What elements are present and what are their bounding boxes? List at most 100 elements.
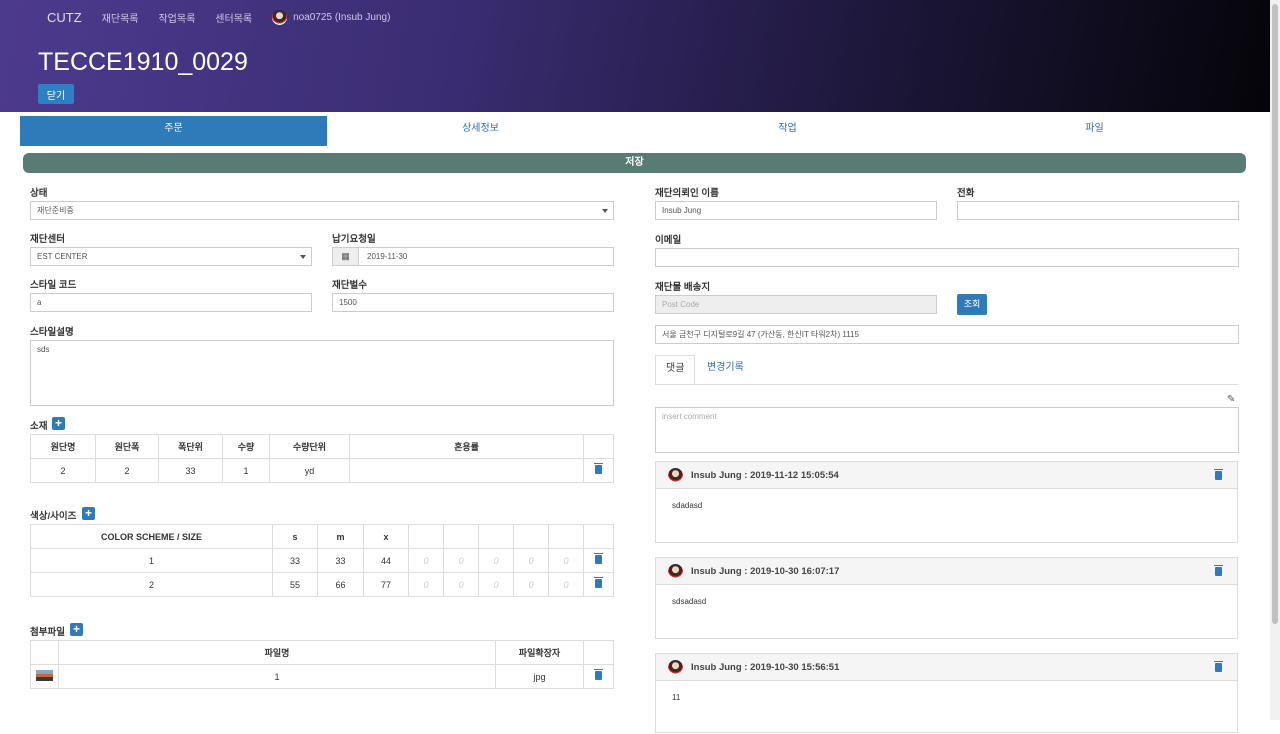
avatar [668,563,683,579]
size-qty-cell[interactable]: 66 [317,572,364,597]
file-ext-header: 파일확장자 [495,640,584,665]
color-size-table: COLOR SCHEME / SIZE s m x 1 33 33 44 0 0… [30,524,614,597]
avatar [668,659,683,675]
style-desc-label: 스타일설명 [30,327,74,338]
size-qty-cell[interactable]: 77 [363,572,409,597]
trash-icon[interactable] [594,669,603,680]
pencil-icon[interactable]: ✎ [1227,394,1235,405]
color-size-label: 색상/사이즈 [30,511,77,522]
add-material-button[interactable]: + [52,417,65,430]
chevron-down-icon [602,209,608,213]
size-qty-cell[interactable]: 0 [408,572,444,597]
tab-work[interactable]: 작업 [634,116,941,146]
file-name-header: 파일명 [58,640,496,665]
image-thumbnail[interactable] [36,670,53,681]
avatar [272,10,288,25]
ship-label: 재단물 배송지 [655,282,711,293]
size-header: m [317,524,364,549]
trash-icon[interactable] [594,577,603,588]
add-color-size-button[interactable]: + [82,507,95,520]
comment-card: Insub Jung : 2019-10-30 16:07:17 sdsadas… [655,557,1238,639]
size-qty-cell[interactable]: 33 [317,548,364,573]
material-header: 원단명 [30,434,96,459]
trash-icon[interactable] [1214,565,1223,576]
requester-input[interactable]: Insub Jung [655,201,937,220]
page-title: TECCE1910_0029 [38,48,248,76]
table-row: 1 jpg [30,664,614,689]
comment-body: sdsadasd [672,597,707,606]
tab-files[interactable]: 파일 [941,116,1248,146]
comment-author: Insub Jung : 2019-10-30 15:56:51 [691,661,840,673]
tab-order[interactable]: 주문 [20,116,327,146]
comment-author: Insub Jung : 2019-10-30 16:07:17 [691,565,840,577]
brand-link[interactable]: CUTZ [47,10,82,25]
requester-label: 재단의뢰인 이름 [655,188,719,199]
user-name: noa0725 (Insub Jung) [293,12,391,23]
size-qty-cell[interactable]: 55 [272,572,318,597]
tab-history[interactable]: 변경기록 [697,355,754,385]
style-code-input[interactable]: a [30,293,312,312]
add-attachment-button[interactable]: + [70,623,83,636]
size-qty-cell[interactable]: 33 [272,548,318,573]
size-qty-cell[interactable]: 0 [513,572,549,597]
material-header: 혼용률 [349,434,584,459]
address-input[interactable]: 서울 금천구 디지털로9길 47 (가산동, 한신IT 타워2차) 1115 [655,325,1239,344]
due-date-label: 납기요청일 [332,234,376,245]
material-header: 수량단위 [269,434,350,459]
trash-icon[interactable] [594,463,603,474]
phone-input[interactable] [957,201,1239,220]
style-desc-textarea[interactable]: sds [30,340,614,406]
due-date-input[interactable]: ▦ 2019-11-30 [332,247,614,266]
material-header: 폭단위 [158,434,223,459]
material-cell[interactable]: 2 [30,458,96,483]
size-qty-cell[interactable]: 0 [443,572,479,597]
material-cell[interactable]: 33 [158,458,223,483]
comment-card: Insub Jung : 2019-11-12 15:05:54 sdadasd [655,461,1238,543]
size-qty-cell[interactable]: 0 [408,548,444,573]
comment-input[interactable]: insert comment [655,407,1239,453]
cut-count-input[interactable]: 1500 [332,293,614,312]
size-qty-cell[interactable]: 0 [548,548,584,573]
trash-icon[interactable] [1214,469,1223,480]
tab-comments[interactable]: 댓글 [655,355,696,385]
nav-cutting-list[interactable]: 재단목록 [102,10,139,25]
material-cell[interactable]: yd [269,458,350,483]
material-cell[interactable]: 2 [95,458,159,483]
file-ext-cell: jpg [495,664,584,689]
center-value: EST CENTER [37,252,88,261]
nav-work-list[interactable]: 작업목록 [158,10,195,25]
center-label: 재단센터 [30,234,65,245]
material-cell[interactable] [349,458,584,483]
top-nav: CUTZ 재단목록 작업목록 센터목록 noa0725 (Insub Jung) [47,10,390,25]
close-button[interactable]: 닫기 [38,84,74,104]
scrollbar-thumb[interactable] [1272,4,1278,624]
save-button[interactable]: 저장 [23,153,1246,173]
status-select[interactable]: 재단준비중 [30,201,614,220]
size-header: x [363,524,409,549]
lookup-button[interactable]: 조회 [957,294,987,315]
trash-icon[interactable] [594,553,603,564]
tab-details[interactable]: 상세정보 [327,116,634,146]
size-qty-cell[interactable]: 0 [513,548,549,573]
nav-center-list[interactable]: 센터목록 [215,10,252,25]
material-cell[interactable]: 1 [222,458,270,483]
size-qty-cell[interactable]: 0 [548,572,584,597]
status-label: 상태 [30,188,48,199]
postcode-input[interactable]: Post Code [655,295,937,314]
email-input[interactable] [655,248,1239,267]
size-qty-cell[interactable]: 44 [363,548,409,573]
material-header: 수량 [222,434,270,459]
page-header: CUTZ 재단목록 작업목록 센터목록 noa0725 (Insub Jung)… [0,0,1270,112]
center-select[interactable]: EST CENTER [30,247,312,266]
color-name-cell[interactable]: 1 [30,548,273,573]
size-qty-cell[interactable]: 0 [478,548,514,573]
email-label: 이메일 [655,235,682,246]
color-name-cell[interactable]: 2 [30,572,273,597]
user-menu[interactable]: noa0725 (Insub Jung) [272,10,390,25]
trash-icon[interactable] [1214,661,1223,672]
comment-author: Insub Jung : 2019-11-12 15:05:54 [691,469,839,481]
size-qty-cell[interactable]: 0 [443,548,479,573]
size-header: s [272,524,318,549]
calendar-icon[interactable]: ▦ [333,248,359,265]
size-qty-cell[interactable]: 0 [478,572,514,597]
